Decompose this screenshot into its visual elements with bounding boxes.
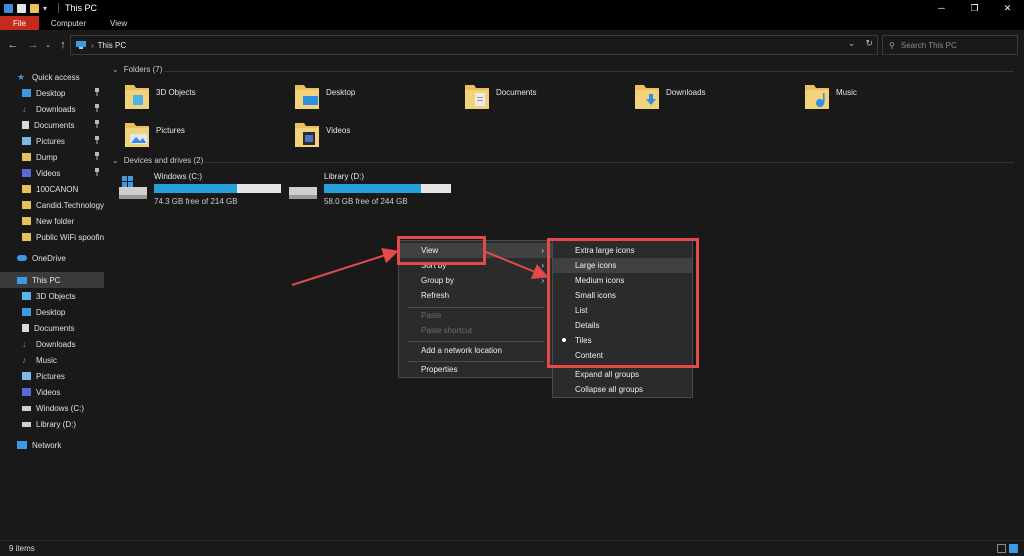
arrow-to-view-options bbox=[485, 251, 549, 279]
view-toggle-buttons bbox=[997, 544, 1018, 553]
arrow-to-view bbox=[291, 248, 399, 286]
annotation-arrows bbox=[291, 248, 549, 286]
large-icons-view-icon[interactable] bbox=[1009, 544, 1018, 553]
details-view-icon[interactable] bbox=[997, 544, 1006, 553]
item-count: 9 items bbox=[9, 544, 35, 553]
status-bar: 9 items bbox=[0, 540, 1024, 556]
